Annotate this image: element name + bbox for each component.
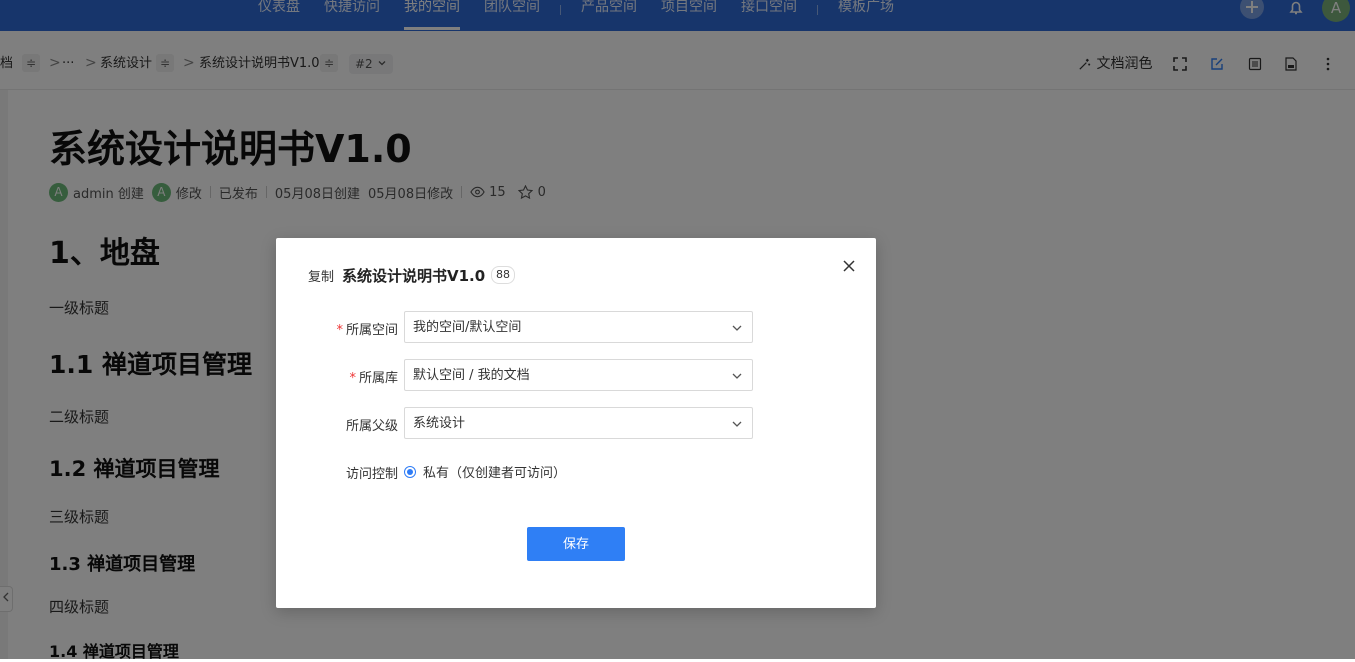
doc-id-badge: 88 <box>491 266 515 284</box>
library-select[interactable]: 默认空间 / 我的文档 <box>404 359 753 391</box>
access-private-label: 私有（仅创建者可访问） <box>423 466 567 481</box>
parent-field-label: 所属父级 <box>345 419 398 434</box>
access-private-radio[interactable]: 私有（仅创建者可访问） <box>404 462 566 481</box>
chevron-down-icon <box>732 325 742 331</box>
library-select-value: 默认空间 / 我的文档 <box>413 368 530 383</box>
library-label-text: 所属库 <box>358 371 398 386</box>
space-label-text: 所属空间 <box>345 323 398 338</box>
chevron-down-icon <box>732 373 742 379</box>
chevron-down-icon <box>732 421 742 427</box>
dialog-title: 系统设计说明书V1.0 <box>342 267 486 285</box>
parent-select-value: 系统设计 <box>413 416 466 431</box>
space-field-label: * 所属空间 <box>276 319 398 338</box>
space-select[interactable]: 我的空间/默认空间 <box>404 311 753 343</box>
dialog-action-label: 复制 <box>308 270 335 285</box>
required-mark: * <box>336 323 343 338</box>
access-control-label: 访问控制 <box>345 467 398 482</box>
copy-doc-dialog: 复制 系统设计说明书V1.0 88 * 所属空间 我的空间/默认空间 * 所属库 默… <box>276 238 876 608</box>
radio-checked-icon <box>404 465 416 478</box>
parent-select[interactable]: 系统设计 <box>404 407 753 439</box>
library-field-label: * 所属库 <box>276 367 398 386</box>
save-button[interactable]: 保存 <box>527 527 625 561</box>
close-icon[interactable] <box>841 258 857 274</box>
required-mark: * <box>349 371 356 386</box>
space-select-value: 我的空间/默认空间 <box>413 320 522 335</box>
